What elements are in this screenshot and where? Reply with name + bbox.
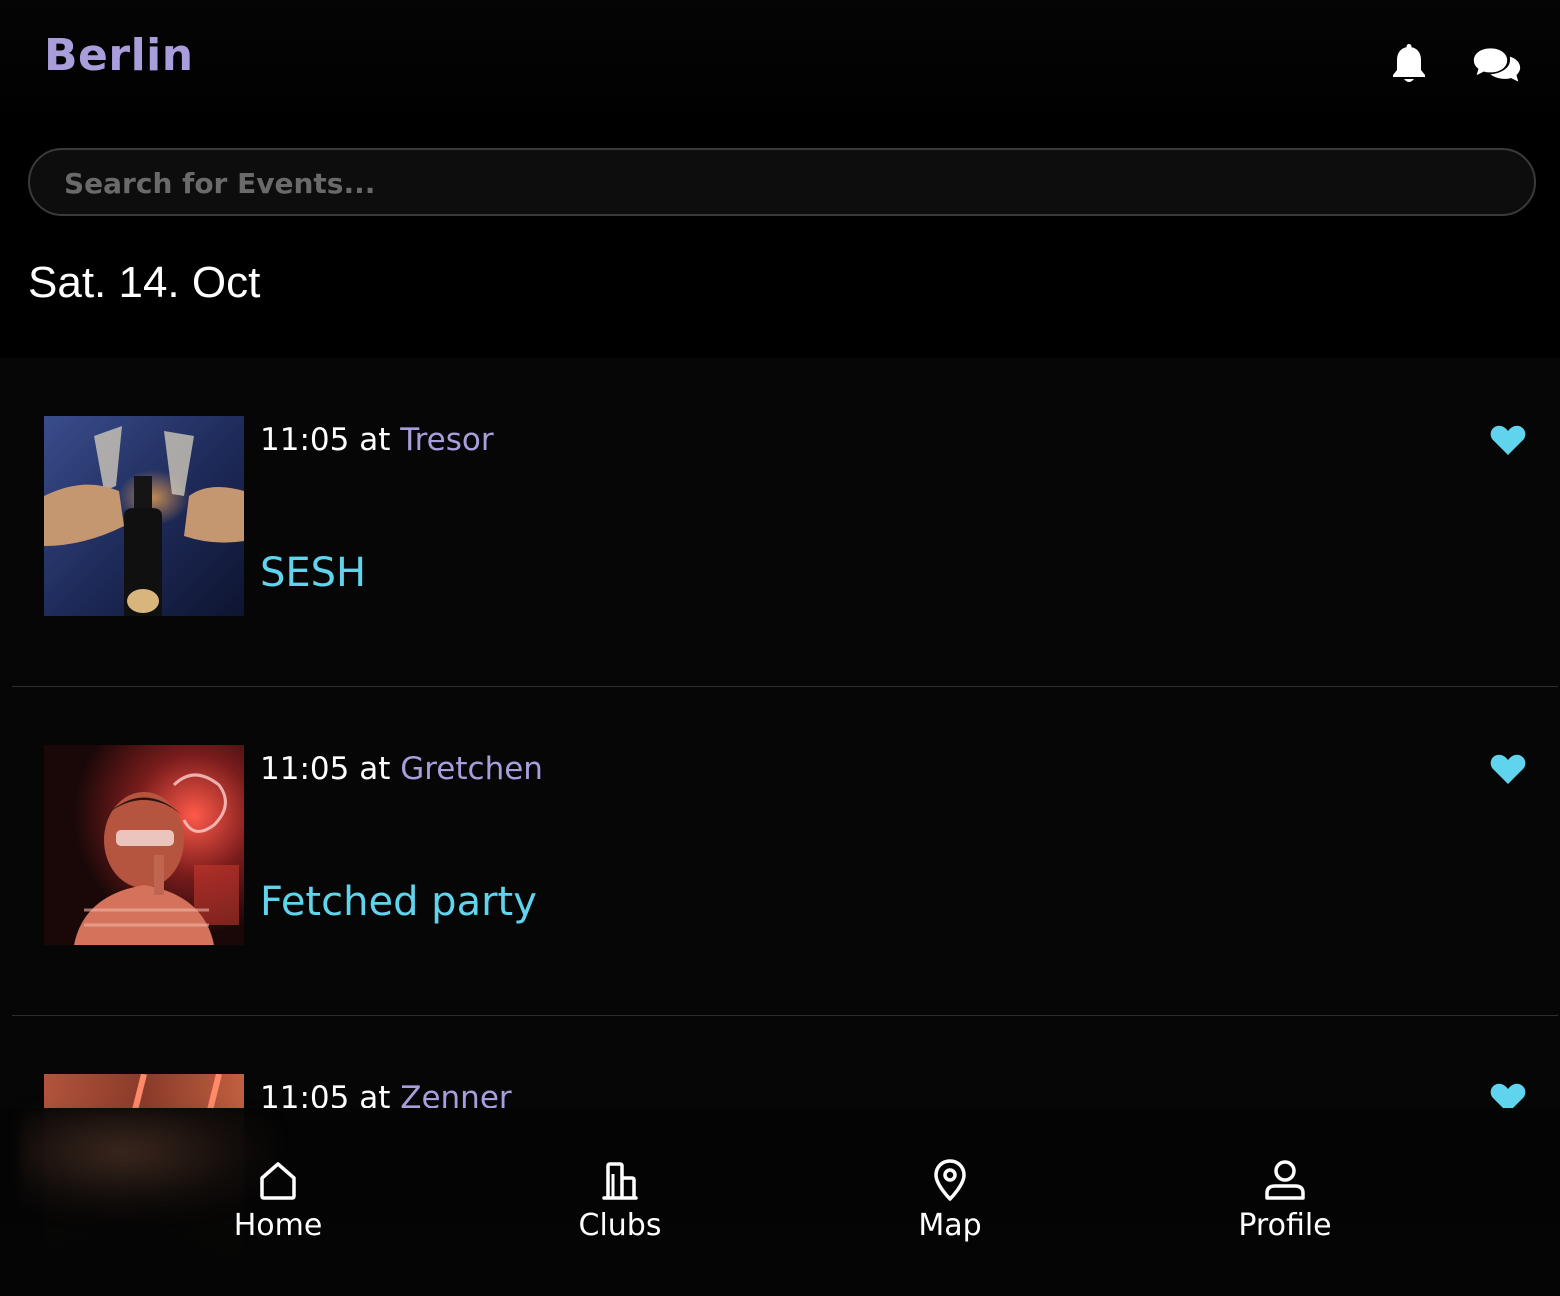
nav-profile[interactable]: Profile: [1185, 1158, 1385, 1258]
event-time: 11:05: [260, 422, 350, 458]
user-icon: [1265, 1160, 1305, 1200]
building-icon: [602, 1162, 638, 1200]
event-at: at: [359, 422, 391, 458]
nav-profile-label: Profile: [1238, 1208, 1332, 1243]
search-input[interactable]: [62, 150, 1486, 216]
nav-map-label: Map: [918, 1208, 982, 1243]
city-title[interactable]: Berlin: [44, 30, 194, 81]
bottom-navigation: Home Clubs Map Profile: [0, 1108, 1560, 1296]
event-at: at: [359, 751, 391, 787]
event-club-link[interactable]: Gretchen: [400, 751, 543, 787]
app-root: Berlin Sat. 14. Oct: [0, 0, 1560, 1296]
top-header: Berlin: [0, 0, 1560, 130]
event-title[interactable]: Fetched party: [260, 879, 537, 925]
nav-clubs-label: Clubs: [578, 1208, 662, 1243]
nav-clubs[interactable]: Clubs: [520, 1158, 720, 1258]
home-icon: [260, 1162, 296, 1200]
chat-bubbles-icon[interactable]: [1472, 40, 1522, 90]
nav-home-label: Home: [233, 1208, 323, 1243]
map-pin-icon: [934, 1159, 966, 1201]
nav-map[interactable]: Map: [850, 1158, 1050, 1258]
event-club-link[interactable]: Tresor: [400, 422, 493, 458]
favorite-heart-icon[interactable]: [1490, 753, 1526, 785]
event-time-venue: 11:05 at Gretchen: [260, 751, 543, 787]
nav-home[interactable]: Home: [178, 1158, 378, 1258]
event-time-venue: 11:05 at Tresor: [260, 422, 494, 458]
event-card[interactable]: 11:05 at Gretchen Fetched party: [12, 687, 1558, 1016]
bell-icon[interactable]: [1384, 40, 1434, 90]
favorite-heart-icon[interactable]: [1490, 424, 1526, 456]
event-thumbnail[interactable]: [44, 745, 244, 945]
event-time: 11:05: [260, 751, 350, 787]
event-card[interactable]: 11:05 at Tresor SESH: [12, 358, 1558, 687]
event-thumbnail[interactable]: [44, 416, 244, 616]
search-bar[interactable]: [28, 148, 1536, 216]
event-title[interactable]: SESH: [260, 550, 366, 596]
date-heading: Sat. 14. Oct: [28, 258, 261, 307]
